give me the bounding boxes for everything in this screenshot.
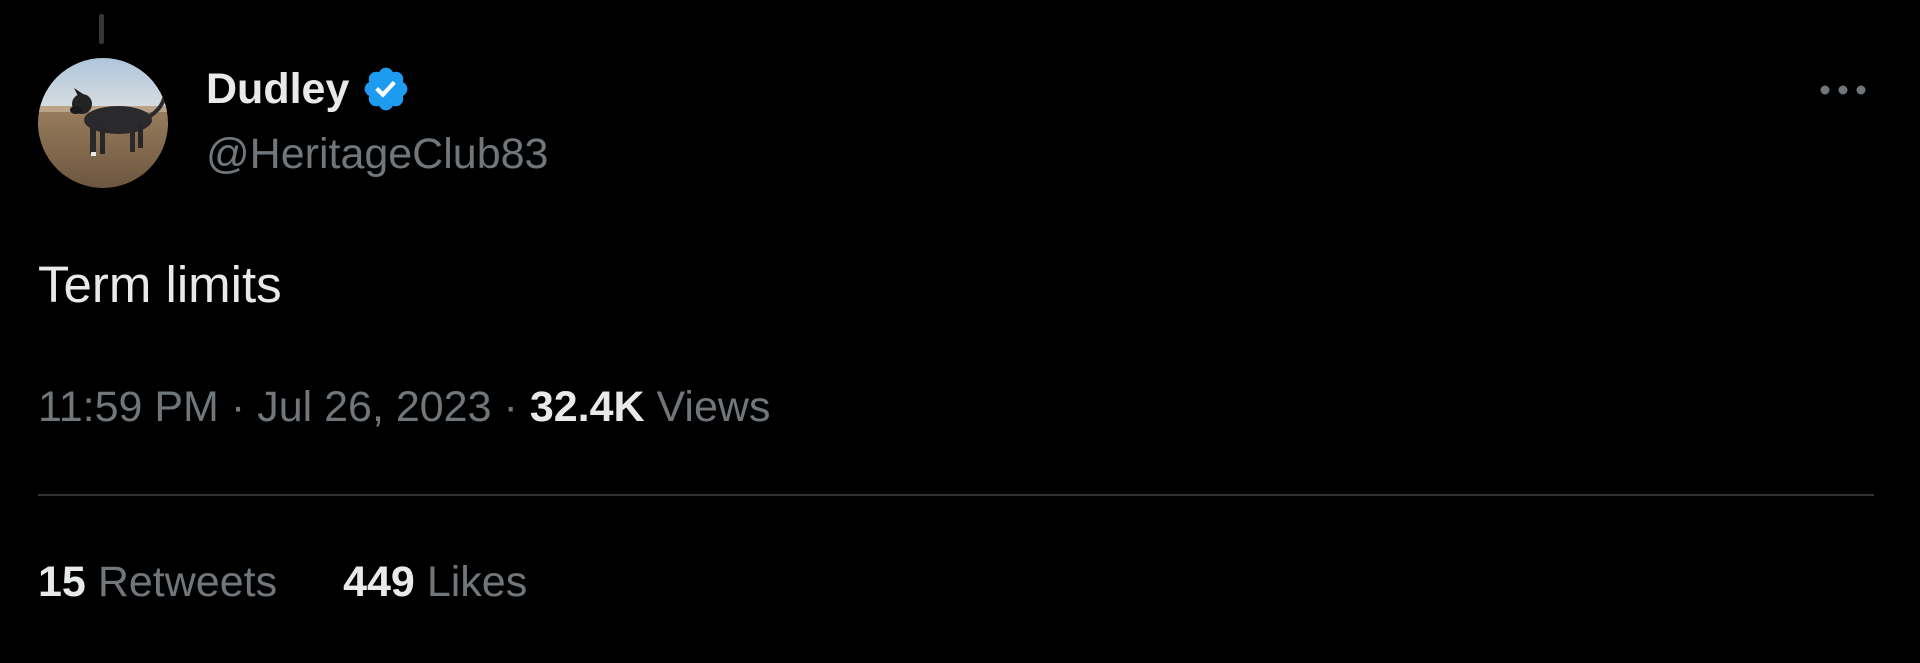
dog-photo-icon [38,58,168,188]
avatar[interactable] [38,58,168,188]
meta-separator: · [503,383,518,431]
views-count: 32.4K [529,383,645,431]
meta-separator: · [230,383,246,431]
tweet-meta: 11:59 PM · Jul 26, 2023 · 32.4K Views [38,382,770,432]
divider [38,494,1874,496]
retweets-stat-link[interactable]: 15 Retweets [38,557,277,607]
verified-badge-icon[interactable] [361,64,411,114]
likes-stat-link[interactable]: 449 Likes [343,557,527,607]
views-label: Views [656,383,771,431]
likes-label: Likes [426,558,528,606]
tweet-date[interactable]: Jul 26, 2023 [257,383,491,431]
tweet-time[interactable]: 11:59 PM [38,383,219,431]
author-display-name[interactable]: Dudley [206,64,411,114]
retweets-count: 15 [38,558,86,606]
tweet-text: Term limits [38,256,282,313]
likes-count: 449 [343,558,415,606]
more-options-button[interactable] [1815,70,1871,110]
more-horizontal-icon [1820,85,1866,95]
thread-connector-line [99,14,104,44]
author-handle[interactable]: @HeritageClub83 [206,129,548,179]
author-name-text: Dudley [206,65,350,113]
retweets-label: Retweets [97,558,278,606]
tweet-stats: 15 Retweets 449 Likes [38,557,527,607]
